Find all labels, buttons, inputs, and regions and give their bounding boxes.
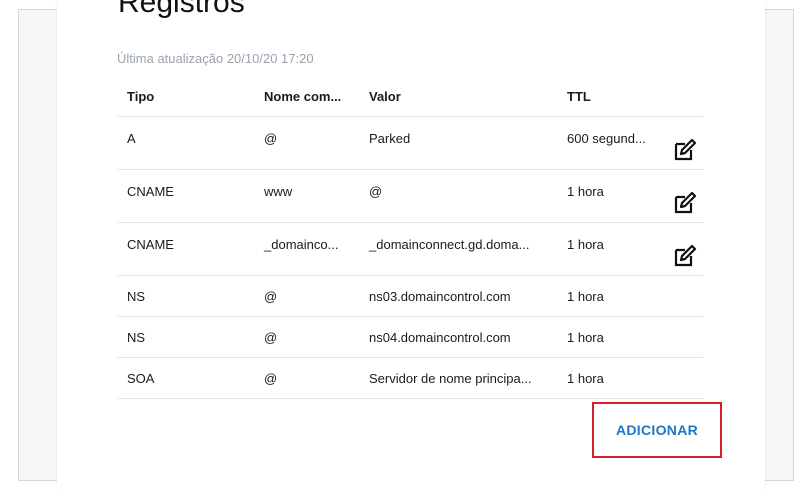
cell-type: NS: [117, 275, 254, 317]
table-row: A @ Parked 600 segund...: [117, 116, 703, 170]
cell-type: SOA: [117, 357, 254, 399]
edit-icon[interactable]: [673, 138, 697, 162]
cell-value: @: [359, 169, 557, 223]
table-header-row: Tipo Nome com... Valor TTL: [117, 77, 703, 117]
table-row: NS @ ns03.domaincontrol.com 1 hora: [117, 275, 703, 317]
cell-actions: [661, 357, 703, 399]
cell-name: @: [254, 316, 359, 358]
cell-type: A: [117, 116, 254, 170]
cell-ttl: 1 hora: [557, 316, 661, 358]
cell-value: ns03.domaincontrol.com: [359, 275, 557, 317]
cell-ttl: 600 segund...: [557, 116, 661, 170]
cell-actions: [661, 275, 703, 317]
cell-name: @: [254, 357, 359, 399]
cell-value: Servidor de nome principa...: [359, 357, 557, 399]
cell-ttl: 1 hora: [557, 275, 661, 317]
cell-name: @: [254, 275, 359, 317]
cell-value: ns04.domaincontrol.com: [359, 316, 557, 358]
cell-name: _domainco...: [254, 222, 359, 276]
table-row: NS @ ns04.domaincontrol.com 1 hora: [117, 316, 703, 358]
edit-icon[interactable]: [673, 244, 697, 268]
table-row: CNAME www @ 1 hora: [117, 169, 703, 223]
cell-actions: [661, 169, 703, 223]
column-header-ttl[interactable]: TTL: [557, 77, 661, 117]
last-update-text: Última atualização 20/10/20 17:20: [117, 51, 314, 66]
column-header-type[interactable]: Tipo: [117, 77, 254, 117]
add-record-button[interactable]: ADICIONAR: [592, 402, 722, 458]
column-header-actions: [661, 77, 703, 117]
cell-actions: [661, 116, 703, 170]
table-row: CNAME _domainco... _domainconnect.gd.dom…: [117, 222, 703, 276]
dns-records-table: Tipo Nome com... Valor TTL A @ Parked 60…: [117, 77, 703, 399]
page-title: Registros: [118, 0, 245, 19]
cell-ttl: 1 hora: [557, 357, 661, 399]
column-header-value[interactable]: Valor: [359, 77, 557, 117]
cell-value: Parked: [359, 116, 557, 170]
cell-actions: [661, 222, 703, 276]
cell-type: CNAME: [117, 169, 254, 223]
cell-value: _domainconnect.gd.doma...: [359, 222, 557, 276]
cell-type: NS: [117, 316, 254, 358]
cell-name: @: [254, 116, 359, 170]
cell-actions: [661, 316, 703, 358]
cell-name: www: [254, 169, 359, 223]
cell-ttl: 1 hora: [557, 169, 661, 223]
cell-type: CNAME: [117, 222, 254, 276]
table-row: SOA @ Servidor de nome principa... 1 hor…: [117, 357, 703, 399]
edit-icon[interactable]: [673, 191, 697, 215]
column-header-name[interactable]: Nome com...: [254, 77, 359, 117]
cell-ttl: 1 hora: [557, 222, 661, 276]
